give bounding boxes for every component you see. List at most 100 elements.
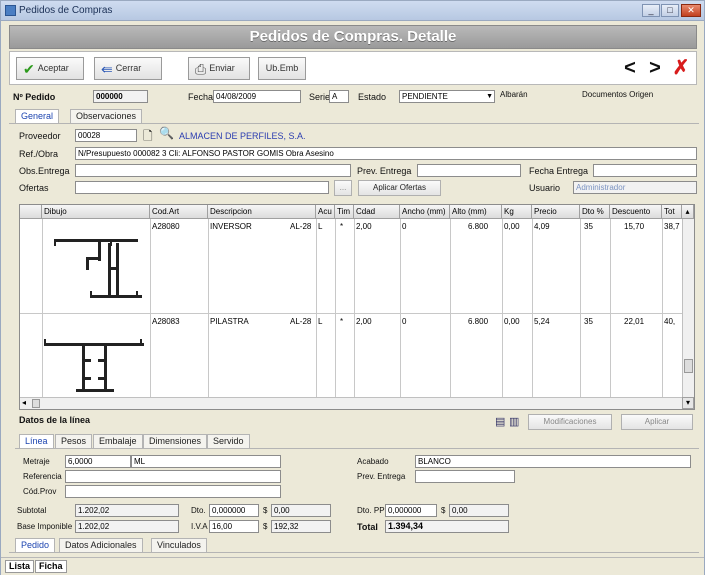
ub-emb-label: Ub.Emb [265,63,299,73]
search-icon[interactable]: 🔍 [159,126,174,140]
grid-line [20,313,682,314]
document-icon[interactable]: 🗋 [143,127,153,148]
row2-tot: 40, [664,317,676,326]
delete-icon[interactable]: ✗ [670,57,692,81]
ofertas-field[interactable] [75,181,329,194]
prev-entrega-label: Prev. Entrega [357,166,412,176]
grid-line [150,219,151,397]
accept-button[interactable]: ✔ Aceptar [16,57,84,80]
col-acu[interactable]: Acu [316,205,335,219]
unit-field: ML [131,455,281,468]
maximize-button[interactable]: □ [661,4,679,17]
row2-dto: 35 [584,317,593,326]
col-descripcion[interactable]: Descripcion [208,205,316,219]
proveedor-label: Proveedor [19,131,61,141]
usuario-field: Administrador [573,181,697,194]
row1-serie: AL-28 [290,222,312,231]
scroll-down-icon[interactable]: ▾ [682,397,694,409]
row2-cod: A28083 [152,317,180,326]
dtopp-pct-field[interactable]: 0,000000 [385,504,437,517]
referencia-label: Referencia [23,472,62,481]
tab-datos-adicionales[interactable]: Datos Adicionales [59,538,143,552]
close-window-button[interactable]: ✕ [681,4,701,17]
serie-field[interactable]: A [329,90,349,103]
close-button[interactable]: ⇚ Cerrar [94,57,162,80]
tab-linea[interactable]: Línea [19,434,54,448]
col-descuento[interactable]: Descuento [610,205,662,219]
fecha-label: Fecha [188,92,214,102]
col-cod-art[interactable]: Cod.Art [150,205,208,219]
codprov-field[interactable] [65,485,281,498]
albaran-label: Albarán [500,90,528,99]
line-prev-entrega-field[interactable] [415,470,515,483]
ub-emb-button[interactable]: Ub.Emb [258,57,306,80]
col-tot[interactable]: Tot [662,205,682,219]
tab-pesos[interactable]: Pesos [55,434,93,448]
col-dibujo[interactable]: Dibujo [42,205,150,219]
h-scroll-thumb[interactable] [32,399,40,408]
estado-select[interactable]: PENDIENTE ▼ [399,90,495,103]
minimize-button[interactable]: _ [642,4,660,17]
list-view-icon[interactable]: ▥ [509,415,519,428]
ofertas-browse-button[interactable]: ... [334,180,352,196]
col-alto[interactable]: Alto (mm) [450,205,502,219]
tab-embalaje[interactable]: Embalaje [93,434,143,448]
row2-tim: * [340,317,344,326]
col-dto[interactable]: Dto % [580,205,610,219]
modificaciones-button[interactable]: Modificaciones [528,414,612,430]
row2-serie: AL-28 [290,317,312,326]
close-label: Cerrar [115,63,142,73]
iva-label: I.V.A [191,522,208,531]
col-precio[interactable]: Precio [532,205,580,219]
tab-observaciones[interactable]: Observaciones [70,109,143,123]
tab-ficha[interactable]: Ficha [35,560,67,573]
scroll-left-icon[interactable]: ◂ [22,398,26,407]
referencia-field[interactable] [65,470,281,483]
tab-pedido[interactable]: Pedido [15,538,56,552]
ref-obra-field[interactable]: N/Presupuesto 000082 3 Cli: ALFONSO PAST… [75,147,697,160]
col-ancho[interactable]: Ancho (mm) [400,205,450,219]
obs-entrega-field[interactable] [75,164,351,177]
aplicar-button[interactable]: Aplicar [621,414,693,430]
fecha-field[interactable]: 04/08/2009 [213,90,301,103]
scroll-up-icon[interactable]: ▴ [682,205,694,219]
tab-servido[interactable]: Servido [207,434,250,448]
vertical-scrollbar[interactable] [682,219,694,397]
serie-label: Serie [309,92,331,102]
col-kg[interactable]: Kg [502,205,532,219]
tab-lista[interactable]: Lista [5,560,35,573]
grid-view-icon[interactable]: ▤ [495,415,505,428]
metraje-field[interactable]: 6,0000 [65,455,131,468]
status-bar: Lista Ficha [1,557,704,575]
fecha-entrega-field[interactable] [593,164,697,177]
dto-pct-field[interactable]: 0,000000 [209,504,259,517]
col-cdad[interactable]: Cdad [354,205,400,219]
acabado-field[interactable]: BLANCO [415,455,691,468]
metraje-label: Metraje [23,457,50,466]
base-label: Base Imponible [17,522,73,531]
iva-currency: $ [263,522,268,531]
usuario-label: Usuario [529,183,561,193]
tab-general[interactable]: General [15,109,60,123]
row1-cod: A28080 [152,222,180,231]
tab-vinculados[interactable]: Vinculados [151,538,207,552]
previous-record-icon[interactable]: < [619,57,641,81]
scroll-thumb[interactable] [684,359,693,373]
acabado-label: Acabado [357,457,389,466]
aplicar-ofertas-button[interactable]: Aplicar Ofertas [358,180,441,196]
col-tim[interactable]: Tim [335,205,354,219]
tab-dimensiones[interactable]: Dimensiones [143,434,208,448]
dto-currency: $ [263,506,268,515]
horizontal-scrollbar[interactable]: ◂ [20,397,682,409]
prev-entrega-field[interactable] [417,164,521,177]
next-record-icon[interactable]: > [644,57,666,81]
line-tabs-divider [15,448,699,449]
send-button[interactable]: ⎙ Enviar [188,57,250,80]
row2-ancho: 0 [402,317,407,326]
iva-pct-field[interactable]: 16,00 [209,520,259,533]
back-arrow-icon: ⇚ [101,60,113,77]
dtopp-value: 0,00 [449,504,509,517]
proveedor-code-field[interactable]: 00028 [75,129,137,142]
codprov-label: Cód.Prov [23,487,57,496]
row2-desc: PILASTRA [210,317,249,326]
